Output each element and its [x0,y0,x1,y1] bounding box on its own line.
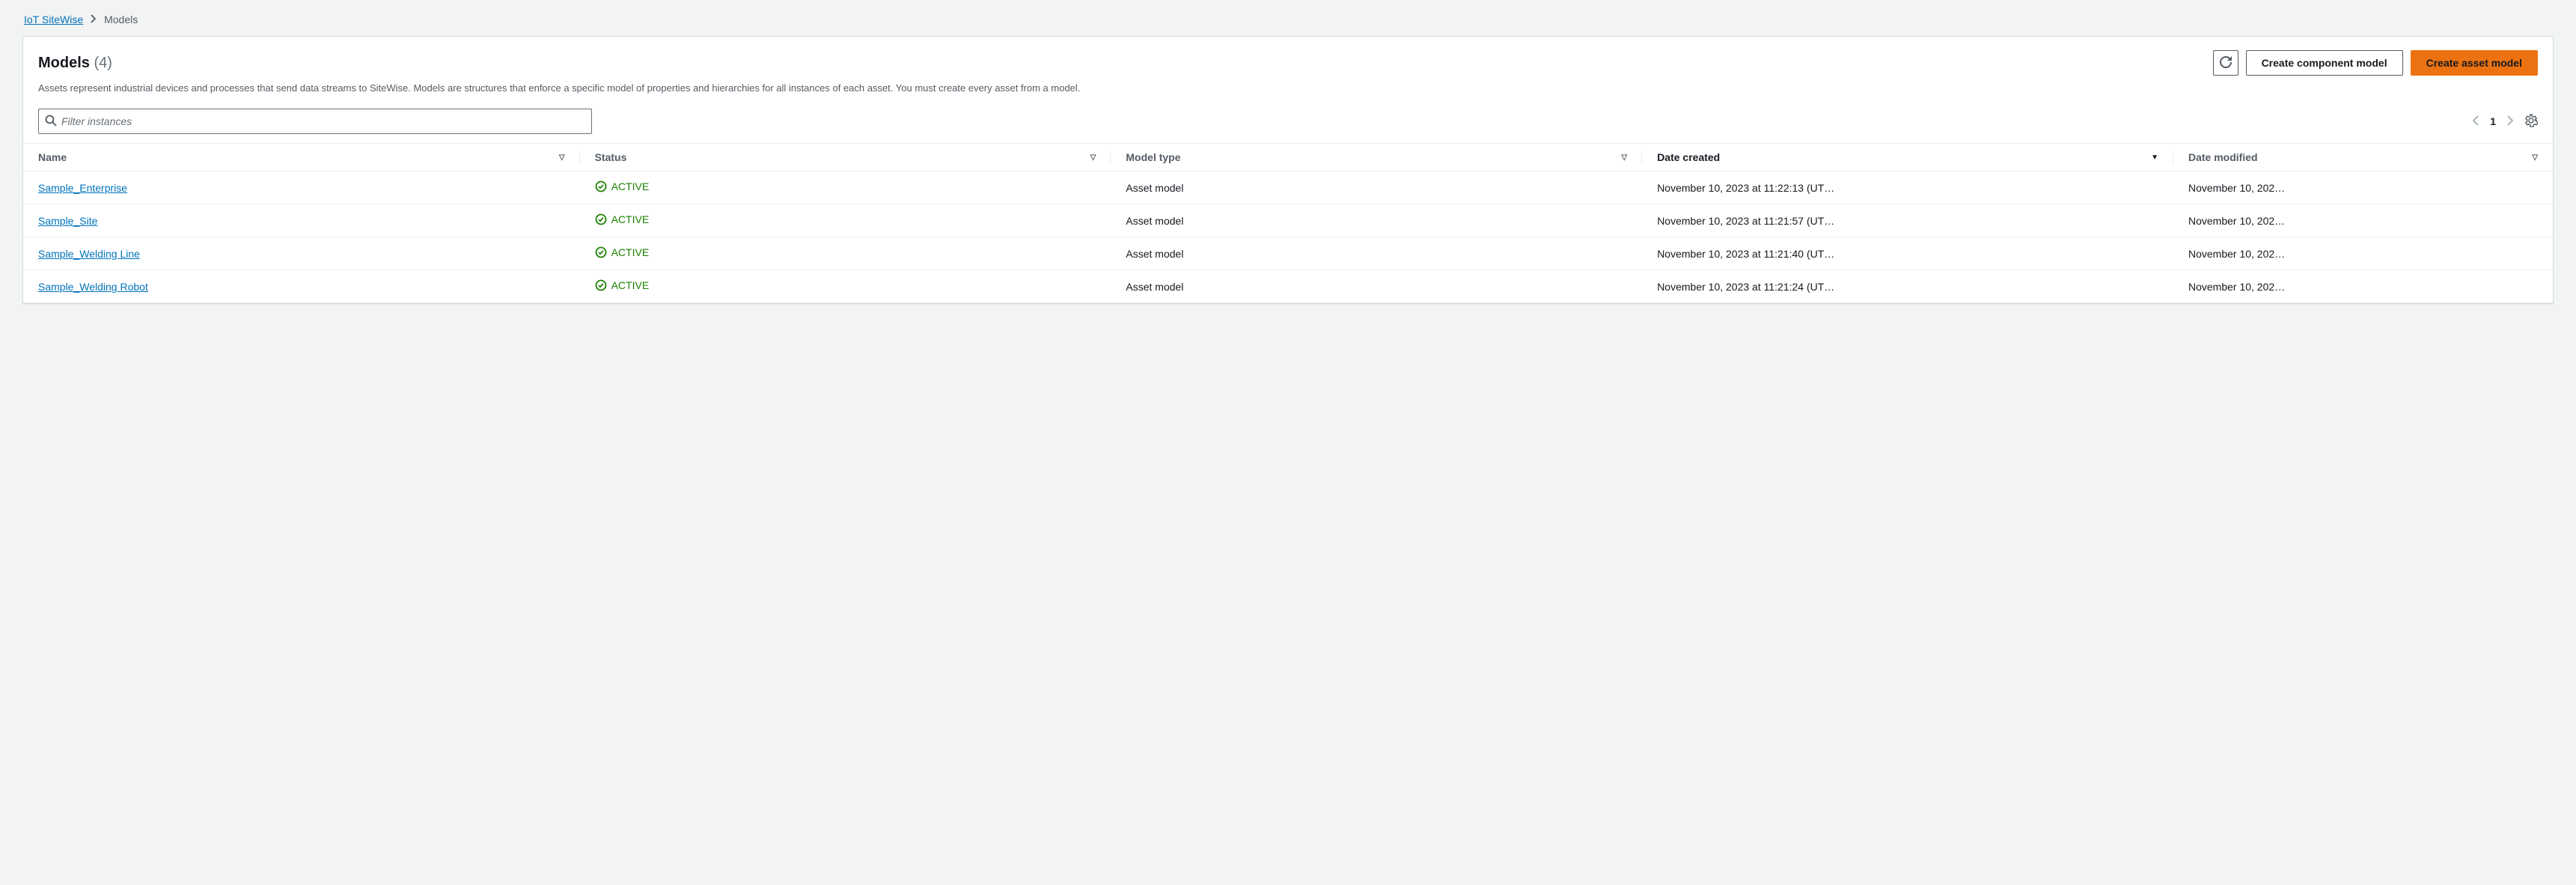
model-type-cell: Asset model [1111,270,1642,303]
search-input[interactable] [57,115,585,127]
models-table: Name ▽ Status ▽ Model type ▽ [23,143,2553,303]
date-created-cell: November 10, 2023 at 11:21:40 (UT… [1642,237,2173,270]
breadcrumb: IoT SiteWise Models [22,13,2554,25]
create-component-model-button[interactable]: Create component model [2246,50,2403,76]
status-badge: ACTIVE [595,180,650,192]
sort-indicator-icon: ▽ [1090,153,1096,162]
date-modified-cell: November 10, 202… [2173,270,2553,303]
column-header-model-type[interactable]: Model type ▽ [1111,144,1642,171]
date-created-cell: November 10, 2023 at 11:21:57 (UT… [1642,204,2173,237]
date-modified-cell: November 10, 202… [2173,204,2553,237]
model-name-link[interactable]: Sample_Welding Line [38,248,140,260]
table-row: Sample_Welding RobotACTIVEAsset modelNov… [23,270,2553,303]
page-title-text: Models [38,55,90,71]
model-name-link[interactable]: Sample_Enterprise [38,182,127,194]
page-description: Assets represent industrial devices and … [38,82,2538,95]
breadcrumb-root-link[interactable]: IoT SiteWise [24,13,83,25]
page-number: 1 [2490,115,2496,127]
column-header-name-label: Name [38,151,67,163]
status-label: ACTIVE [611,246,650,258]
column-header-status-label: Status [595,151,627,163]
date-created-cell: November 10, 2023 at 11:22:13 (UT… [1642,171,2173,204]
table-row: Sample_Welding LineACTIVEAsset modelNove… [23,237,2553,270]
date-created-cell: November 10, 2023 at 11:21:24 (UT… [1642,270,2173,303]
breadcrumb-current: Models [104,13,138,25]
column-header-name[interactable]: Name ▽ [23,144,580,171]
sort-active-desc-icon: ▼ [2151,153,2158,162]
page-title: Models (4) [38,55,112,72]
model-name-link[interactable]: Sample_Site [38,215,97,227]
column-header-date-modified[interactable]: Date modified ▽ [2173,144,2553,171]
page-title-count: (4) [94,55,112,71]
settings-button[interactable] [2524,114,2538,130]
table-row: Sample_SiteACTIVEAsset modelNovember 10,… [23,204,2553,237]
model-name-link[interactable]: Sample_Welding Robot [38,281,148,293]
pagination: 1 [2472,115,2514,128]
date-modified-cell: November 10, 202… [2173,171,2553,204]
date-modified-cell: November 10, 202… [2173,237,2553,270]
header-actions: Create component model Create asset mode… [2213,50,2538,76]
column-header-status[interactable]: Status ▽ [580,144,1111,171]
model-type-cell: Asset model [1111,237,1642,270]
status-label: ACTIVE [611,279,650,291]
check-circle-icon [595,180,607,192]
create-asset-model-button[interactable]: Create asset model [2411,50,2538,76]
sort-indicator-icon: ▽ [2532,153,2538,162]
column-header-date-created-label: Date created [1657,151,1720,163]
column-header-date-created[interactable]: Date created ▼ [1642,144,2173,171]
chevron-right-icon [91,13,97,25]
models-panel: Models (4) Create component model Create… [22,36,2554,304]
refresh-icon [2220,56,2232,70]
model-type-cell: Asset model [1111,204,1642,237]
model-type-cell: Asset model [1111,171,1642,204]
column-header-model-type-label: Model type [1126,151,1180,163]
search-icon [45,115,57,129]
page-prev-button[interactable] [2472,115,2479,128]
column-header-date-modified-label: Date modified [2188,151,2258,163]
sort-indicator-icon: ▽ [559,153,565,162]
search-input-wrapper[interactable] [38,109,592,134]
status-label: ACTIVE [611,180,650,192]
status-label: ACTIVE [611,213,650,225]
gear-icon [2524,118,2538,130]
status-badge: ACTIVE [595,279,650,291]
check-circle-icon [595,213,607,225]
page-next-button[interactable] [2506,115,2514,128]
check-circle-icon [595,246,607,258]
status-badge: ACTIVE [595,246,650,258]
refresh-button[interactable] [2213,50,2238,76]
table-row: Sample_EnterpriseACTIVEAsset modelNovemb… [23,171,2553,204]
status-badge: ACTIVE [595,213,650,225]
check-circle-icon [595,279,607,291]
sort-indicator-icon: ▽ [1621,153,1627,162]
